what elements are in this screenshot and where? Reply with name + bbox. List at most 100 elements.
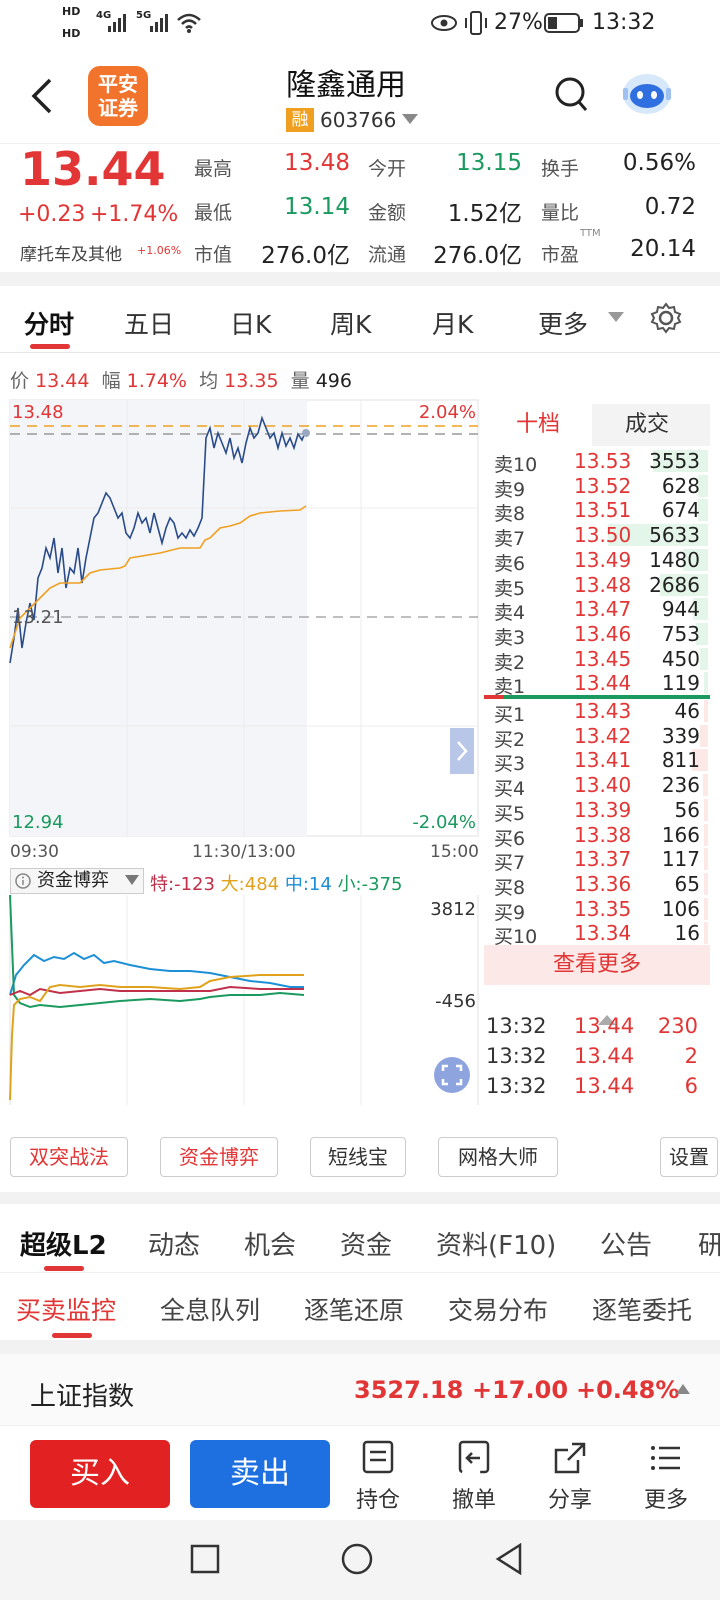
orderbook-row[interactable]: 卖4 13.47 944 [490,596,708,624]
orderbook-row[interactable]: 卖7 13.50 5633 [490,522,708,550]
orderbook-row[interactable]: 买5 13.39 56 [490,797,708,825]
orderbook-row[interactable]: 卖8 13.51 674 [490,497,708,525]
sub-tab[interactable]: 全息队列 [160,1291,260,1327]
tab-trades[interactable]: 成交 [592,404,702,446]
back-icon[interactable] [30,76,54,116]
volume-bar [704,672,708,695]
chevron-down-icon[interactable] [402,114,418,126]
cancel-button[interactable]: 撤单 [444,1440,504,1514]
clock: 13:32 [592,10,656,35]
orderbook-row[interactable]: 卖10 13.53 3553 [490,448,708,476]
sub-tab[interactable]: 买卖监控 [16,1291,116,1327]
tool-button[interactable]: 短线宝 [310,1137,406,1177]
sub-tab[interactable]: 交易分布 [448,1291,548,1327]
quote-label: 最低 [194,202,233,224]
robot-assistant-icon[interactable] [620,68,674,118]
undo-icon [458,1440,490,1474]
sub-tab[interactable]: 逐笔还原 [304,1291,404,1327]
orderbook-row[interactable]: 卖9 13.52 628 [490,473,708,501]
capital-legend: 特:-123 大:484 中:14 小:-375 [150,874,403,895]
orderbook-row[interactable]: 买10 13.34 16 [490,920,708,948]
status-bar: HD HD 4G 5G 27% 13:32 [0,0,720,48]
tab-indicator [52,1333,92,1338]
capital-selector[interactable]: 资金博弈 [10,868,144,894]
hold-button[interactable]: 持仓 [348,1440,408,1514]
sell-button[interactable]: 卖出 [190,1440,330,1508]
orderbook-row[interactable]: 卖5 13.48 2686 [490,572,708,600]
level-volume: 3553 [649,449,700,473]
quote-label: 换手 [541,158,580,180]
chart-tab[interactable]: 更多 [538,305,588,341]
chart-tab[interactable]: 月K [432,305,473,341]
view-more-button[interactable]: 查看更多 [484,945,710,985]
sector-name[interactable]: 摩托车及其他 [20,240,122,265]
section-tab[interactable]: 超级L2 [20,1225,107,1262]
orderbook-row[interactable]: 买3 13.41 811 [490,747,708,775]
trade-volume: 6 [684,1074,698,1098]
level-volume: 628 [661,473,700,498]
divider [0,352,720,353]
section-tab[interactable]: 资金 [340,1225,392,1262]
section-tab[interactable]: 机会 [244,1225,296,1262]
level-price: 13.39 [574,797,632,822]
home-icon[interactable] [340,1542,374,1576]
orderbook-row[interactable]: 卖2 13.45 450 [490,646,708,674]
chart-tab[interactable]: 日K [230,305,271,341]
level-volume: 1480 [649,547,700,572]
capital-chart[interactable]: 3812 -456 [0,895,480,1105]
tool-button[interactable]: 网格大师 [438,1137,558,1177]
section-tab[interactable]: 动态 [148,1225,200,1262]
chevron-down-icon[interactable] [608,312,624,324]
orderbook-row[interactable]: 买6 13.38 166 [490,822,708,850]
quote-label: 金额 [368,202,407,224]
level-price: 13.42 [574,723,632,748]
level-volume: 674 [661,498,700,523]
level-price: 13.53 [574,449,632,473]
quote-label: 今开 [368,158,407,180]
quote-value: 13.14 [284,194,350,220]
x-label-end: 15:00 [430,842,479,862]
orderbook-row[interactable]: 卖1 13.44 119 [490,670,708,698]
orderbook-row[interactable]: 买7 13.37 117 [490,846,708,874]
recent-apps-icon[interactable] [190,1544,220,1574]
section-tab[interactable]: 公告 [600,1225,652,1262]
buy-button[interactable]: 买入 [30,1440,170,1508]
eye-icon [431,15,457,31]
share-button[interactable]: 分享 [540,1440,600,1514]
orderbook-row[interactable]: 买9 13.35 106 [490,896,708,924]
level-price: 13.34 [574,921,632,946]
y-right-high: 2.04% [419,402,476,423]
dropdown-icon [125,875,139,885]
intraday-chart[interactable]: 13.48 13.21 12.94 2.04% -2.04% [0,398,480,838]
trade-volume: 230 [657,1014,698,1038]
chart-tab[interactable]: 分时 [24,305,74,341]
gear-icon[interactable] [650,302,682,334]
tool-button[interactable]: 资金博弈 [160,1137,278,1177]
orderbook-row[interactable]: 买1 13.43 46 [490,698,708,726]
level-price: 13.51 [574,498,632,523]
orderbook-row[interactable]: 卖3 13.46 753 [490,621,708,649]
quote-label: 市值 [194,244,233,266]
more-button[interactable]: 更多 [636,1440,696,1514]
index-bar[interactable]: 上证指数 3527.18 +17.00 +0.48% [0,1354,720,1426]
back-nav-icon[interactable] [494,1542,524,1576]
tool-button[interactable]: 双突战法 [10,1137,128,1177]
sub-tab[interactable]: 逐笔委托 [592,1291,692,1327]
chart-tab[interactable]: 五日 [124,305,174,341]
tab-ten-levels[interactable]: 十档 [484,404,592,446]
orderbook-row[interactable]: 买8 13.36 65 [490,871,708,899]
trade-price: 13.44 [574,1074,635,1098]
level-volume: 5633 [649,523,700,548]
section-tab[interactable]: 资料(F10) [436,1225,556,1262]
orderbook-row[interactable]: 卖6 13.49 1480 [490,547,708,575]
level-price: 13.48 [574,572,632,597]
tab-indicator [44,1266,84,1271]
search-icon[interactable] [554,76,590,116]
orderbook-row[interactable]: 买2 13.42 339 [490,723,708,751]
level-volume: 117 [661,847,700,872]
orderbook-row[interactable]: 买4 13.40 236 [490,772,708,800]
level-volume: 46 [674,699,700,723]
tool-button[interactable]: 设置 [660,1137,718,1177]
section-tab[interactable]: 研 [698,1225,720,1262]
chart-tab[interactable]: 周K [330,305,371,341]
